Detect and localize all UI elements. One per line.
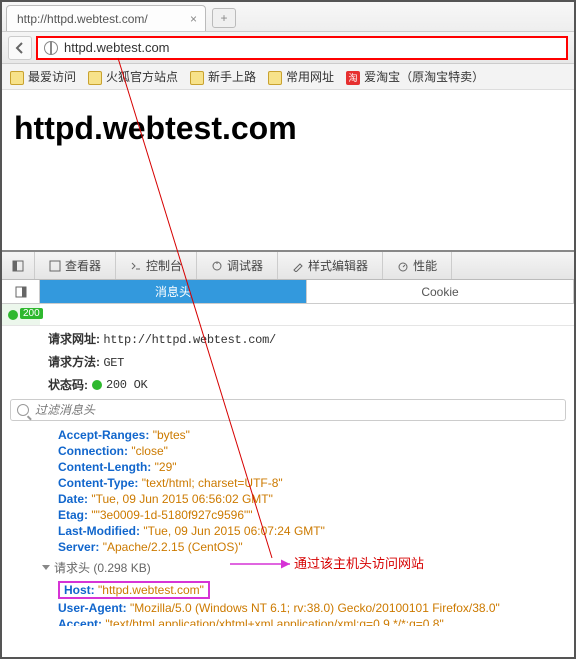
header-row: Host: "httpd.webtest.com" [58,580,574,600]
browser-tab[interactable]: http://httpd.webtest.com/ × [6,5,206,31]
tab-style[interactable]: 样式编辑器 [278,252,383,279]
header-row: Last-Modified: "Tue, 09 Jun 2015 06:07:2… [58,523,574,539]
nav-bar [2,32,574,64]
tab-inspector[interactable]: 查看器 [35,252,116,279]
back-button[interactable] [8,36,32,60]
header-row: Accept-Ranges: "bytes" [58,427,574,443]
request-status-row: 状态码:200 OK [2,372,574,395]
tab-title: http://httpd.webtest.com/ [17,12,148,26]
response-headers: Accept-Ranges: "bytes"Connection: "close… [2,425,574,557]
folder-icon [10,71,24,85]
new-tab-button[interactable]: + [212,8,236,28]
status-dot-icon [8,310,18,320]
header-row: Server: "Apache/2.2.15 (CentOS)" [58,539,574,555]
tab-debugger[interactable]: 调试器 [197,252,278,279]
header-row: User-Agent: "Mozilla/5.0 (Windows NT 6.1… [58,600,574,616]
request-url-row: 请求网址: http://httpd.webtest.com/ [2,326,574,349]
chevron-down-icon [42,565,50,570]
header-row: Content-Type: "text/html; charset=UTF-8" [58,475,574,491]
back-arrow-icon [14,42,26,54]
header-row: Date: "Tue, 09 Jun 2015 06:56:02 GMT" [58,491,574,507]
filter-input[interactable] [35,403,559,417]
folder-icon [88,71,102,85]
sidebar-toggle-icon[interactable] [2,280,40,303]
bookmark-bar: 最爱访问 火狐官方站点 新手上路 常用网址 淘爱淘宝（原淘宝特卖） [2,64,574,90]
headers-panel: 请求网址: http://httpd.webtest.com/ 请求方法: GE… [2,326,574,626]
page-heading: httpd.webtest.com [14,110,562,147]
url-input[interactable] [64,40,560,55]
subtab-cookie[interactable]: Cookie [307,280,574,303]
status-code-badge: 200 [20,308,43,319]
devtools-tabs: 查看器 控制台 调试器 样式编辑器 性能 [2,252,574,280]
tab-bar: http://httpd.webtest.com/ × + [2,2,574,32]
header-row: Connection: "close" [58,443,574,459]
request-headers: Host: "httpd.webtest.com"User-Agent: "Mo… [2,578,574,626]
request-headers-section[interactable]: 请求头 (0.298 KB) [2,557,574,578]
detail-subtabs: 消息头 Cookie [2,280,574,304]
folder-icon [190,71,204,85]
folder-icon [268,71,282,85]
bookmark-newbie[interactable]: 新手上路 [190,68,256,85]
status-dot-icon [92,380,102,390]
header-row: Etag: ""3e0009-1d-5180f927c9596"" [58,507,574,523]
bookmark-firefox[interactable]: 火狐官方站点 [88,68,178,85]
dock-icon[interactable] [2,252,35,279]
header-row: Content-Length: "29" [58,459,574,475]
bookmark-most-visited[interactable]: 最爱访问 [10,68,76,85]
subtab-headers[interactable]: 消息头 [40,280,307,303]
bookmark-taobao[interactable]: 淘爱淘宝（原淘宝特卖） [346,68,484,85]
globe-icon [44,41,58,55]
status-column: 200 [2,304,40,325]
taobao-icon: 淘 [346,71,360,85]
tab-perf[interactable]: 性能 [383,252,452,279]
page-content: httpd.webtest.com [2,90,574,250]
request-method-row: 请求方法: GET [2,349,574,372]
close-tab-icon[interactable]: × [190,12,197,26]
search-icon [17,404,29,416]
devtools: 查看器 控制台 调试器 样式编辑器 性能 消息头 Cookie 200 请求网址… [2,250,574,626]
request-row[interactable]: 200 [2,304,574,326]
url-box[interactable] [36,36,568,60]
bookmark-common[interactable]: 常用网址 [268,68,334,85]
tab-console[interactable]: 控制台 [116,252,197,279]
filter-headers[interactable] [10,399,566,421]
header-row: Accept: "text/html,application/xhtml+xml… [58,616,574,626]
